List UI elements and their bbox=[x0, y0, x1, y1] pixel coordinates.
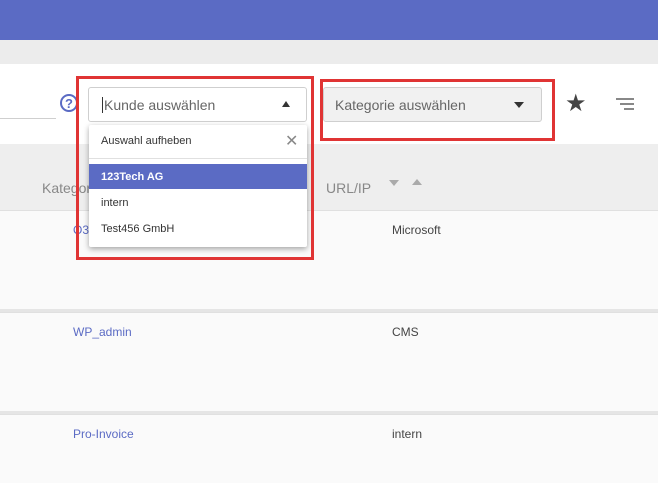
search-field-underline[interactable] bbox=[0, 118, 56, 119]
top-bar-shadow bbox=[0, 40, 658, 64]
row-name-link[interactable]: Pro-Invoice bbox=[73, 427, 134, 441]
highlight-box-category bbox=[320, 79, 555, 141]
table-row[interactable]: WP_admin CMS bbox=[0, 312, 658, 411]
top-app-bar bbox=[0, 0, 658, 40]
table-row[interactable]: Pro-Invoice intern bbox=[0, 414, 658, 483]
sort-descending-icon[interactable] bbox=[389, 180, 399, 186]
highlight-box-customer bbox=[76, 76, 314, 260]
column-header-url[interactable]: URL/IP bbox=[326, 180, 371, 196]
row-url: intern bbox=[392, 427, 423, 441]
row-url: CMS bbox=[392, 325, 419, 339]
filter-list-icon[interactable] bbox=[616, 98, 634, 112]
star-icon[interactable]: ★ bbox=[565, 90, 587, 118]
sort-ascending-icon[interactable] bbox=[412, 179, 422, 185]
row-url: Microsoft bbox=[392, 223, 441, 237]
row-name-link[interactable]: WP_admin bbox=[73, 325, 132, 339]
